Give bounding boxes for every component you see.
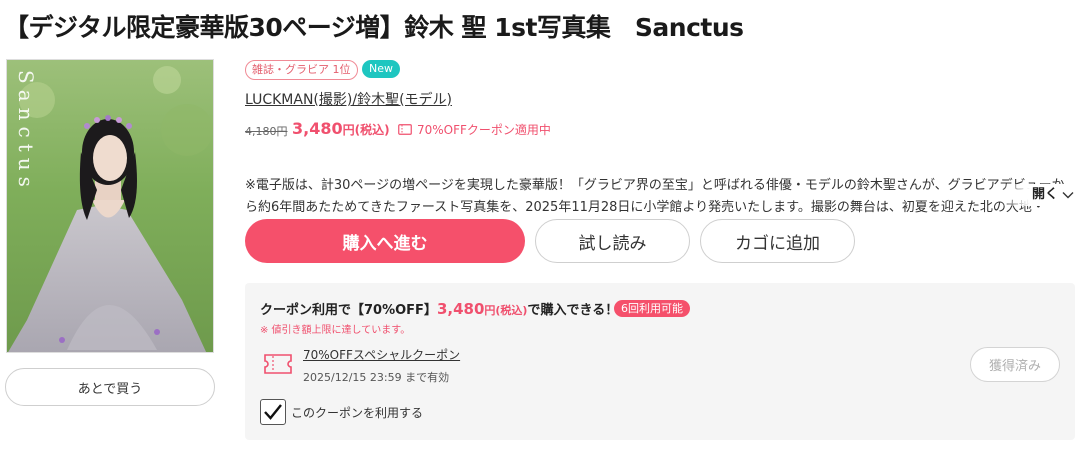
cover-illustration: Sanctus: [7, 60, 213, 352]
sale-price-unit: 円(税込): [342, 123, 390, 137]
expand-description-link[interactable]: 開く: [1030, 184, 1075, 206]
coupon-price-unit: 円(税込): [484, 304, 528, 317]
new-badge: New: [362, 60, 400, 78]
ticket-icon: [398, 124, 412, 135]
buy-later-button[interactable]: あとで買う: [5, 368, 215, 406]
sale-price-value: 3,480: [292, 119, 343, 138]
ranking-badge[interactable]: 雑誌・グラビア 1位: [245, 60, 358, 80]
coupon-applied-text: 70%OFFクーポン適用中: [417, 123, 551, 137]
coupon-usage-badge: 6回利用可能: [614, 300, 690, 317]
coupon-headline-suffix: で購入できる！: [527, 303, 619, 318]
coupon-price: 3,480円(税込): [437, 300, 528, 318]
coupon-name-link[interactable]: 70%OFFスペシャルクーポン: [303, 346, 460, 363]
add-to-cart-button[interactable]: カゴに追加: [700, 219, 855, 263]
checkmark-icon: [264, 404, 282, 420]
product-title: 【デジタル限定豪華版30ページ増】鈴木 聖 1st写真集 Sanctus: [4, 13, 744, 42]
trial-read-button[interactable]: 試し読み: [535, 219, 690, 263]
expand-label: 開く: [1032, 187, 1059, 202]
coupon-price-value: 3,480: [436, 300, 485, 318]
coupon-limit-warning: ※ 値引き額上限に達しています。: [260, 325, 411, 336]
cover-image[interactable]: Sanctus: [6, 59, 214, 353]
use-coupon-label[interactable]: このクーポンを利用する: [291, 404, 423, 421]
original-price: 4,180円: [245, 125, 288, 138]
authors-link[interactable]: LUCKMAN(撮影)/鈴木聖(モデル): [245, 89, 452, 109]
ticket-icon: [264, 354, 292, 374]
use-coupon-checkbox[interactable]: [260, 399, 286, 425]
coupon-expiry: 2025/12/15 23:59 まで有効: [303, 371, 450, 384]
description-fade: [1000, 184, 1030, 206]
coupon-obtained-button[interactable]: 獲得済み: [970, 347, 1060, 382]
coupon-headline-prefix: クーポン利用で【70%OFF】: [260, 303, 437, 318]
coupon-panel: クーポン利用で【70%OFF】 3,480円(税込) で購入できる！ 6回利用可…: [245, 283, 1075, 440]
cover-title-text: Sanctus: [14, 70, 38, 193]
coupon-applied-note: 70%OFFクーポン適用中: [398, 121, 551, 138]
chevron-down-icon: [1062, 192, 1074, 199]
purchase-button[interactable]: 購入へ進む: [245, 219, 525, 263]
sale-price: 3,480円(税込): [292, 119, 390, 138]
product-description: ※電子版は、計30ページの増ページを実現した豪華版！「グラビア界の至宝」と呼ばれ…: [245, 178, 1065, 215]
coupon-headline: クーポン利用で【70%OFF】 3,480円(税込) で購入できる！: [260, 299, 618, 318]
